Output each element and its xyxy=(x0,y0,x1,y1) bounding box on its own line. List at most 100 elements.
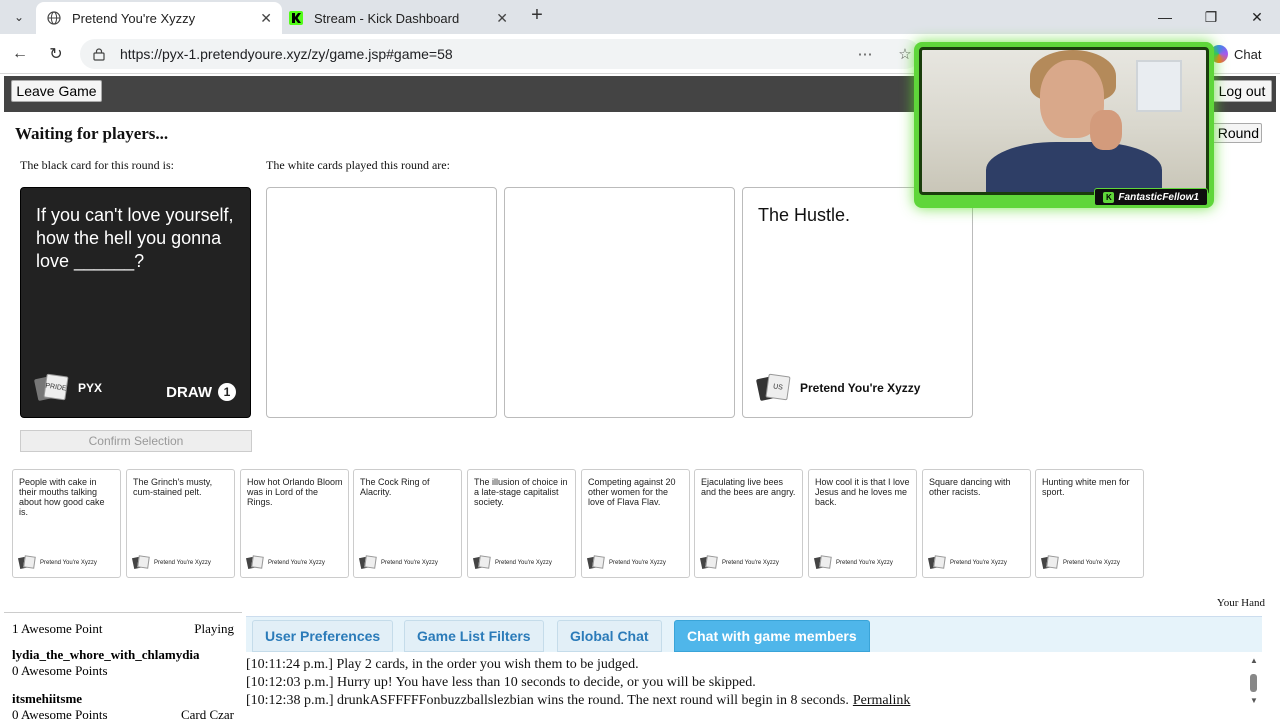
tab-chat-game-members[interactable]: Chat with game members xyxy=(674,620,870,652)
card-footer-label: Pretend You're Xyzzy xyxy=(800,381,921,395)
card-logo-icon xyxy=(813,555,833,570)
hand-card[interactable]: The Cock Ring of Alacrity. Pretend You'r… xyxy=(353,469,462,578)
player-status: Card Czar xyxy=(180,707,234,720)
browser-tab-bar: ⌄ Pretend You're Xyzzy ✕ Stream - Kick D… xyxy=(0,0,1280,34)
wall-picture xyxy=(1136,60,1182,112)
hand-card-footer: Pretend You're Xyzzy xyxy=(17,555,97,570)
card-logo-icon xyxy=(699,555,719,570)
white-cards-caption: The white cards played this round are: xyxy=(266,158,450,172)
player-score: 0 Awesome Points xyxy=(12,663,108,678)
hand-card-footer: Pretend You're Xyzzy xyxy=(245,555,325,570)
player-score: 0 Awesome Points xyxy=(12,707,108,720)
reload-icon[interactable]: ↻ xyxy=(44,42,68,66)
black-card: If you can't love yourself, how the hell… xyxy=(20,187,251,418)
card-logo-icon xyxy=(1040,555,1060,570)
hand-card[interactable]: People with cake in their mouths talking… xyxy=(12,469,121,578)
your-hand-label: Your Hand xyxy=(1216,597,1265,609)
restore-icon[interactable]: ❐ xyxy=(1188,0,1234,34)
hand-card-footer: Pretend You're Xyzzy xyxy=(358,555,438,570)
tab-title: Stream - Kick Dashboard xyxy=(314,10,460,26)
hand-card-footer-label: Pretend You're Xyzzy xyxy=(40,559,97,566)
tab-pretend-youre-xyzzy[interactable]: Pretend You're Xyzzy ✕ xyxy=(36,2,282,34)
card-logo-icon xyxy=(358,555,378,570)
card-logo-icon xyxy=(17,555,37,570)
streamer-name: FantasticFellow1 xyxy=(1118,191,1199,203)
hand-card-text: Competing against 20 other women for the… xyxy=(588,477,676,507)
hand-card-text: Square dancing with other racists. xyxy=(929,477,1011,497)
tab-title: Pretend You're Xyzzy xyxy=(72,10,196,26)
scoreboard-row: itsmehiitsme 0 Awesome Points Card Czar xyxy=(12,691,234,720)
hand-card[interactable]: Competing against 20 other women for the… xyxy=(581,469,690,578)
draw-label: DRAW xyxy=(166,383,212,401)
scoreboard: 1 Awesome Point Playing lydia_the_whore_… xyxy=(4,612,242,720)
confirm-selection-button[interactable]: Confirm Selection xyxy=(20,430,252,452)
window-close-icon[interactable]: ✕ xyxy=(1234,0,1280,34)
globe-icon xyxy=(46,10,62,26)
hand-card-footer-label: Pretend You're Xyzzy xyxy=(268,559,325,566)
player-status: Playing xyxy=(194,621,234,636)
hand-card-footer: Pretend You're Xyzzy xyxy=(472,555,552,570)
hand-card-footer-label: Pretend You're Xyzzy xyxy=(836,559,893,566)
black-card-footer: PRIDE PYX xyxy=(33,373,103,402)
player-score: 1 Awesome Point xyxy=(12,621,103,636)
hand-card[interactable]: Square dancing with other racists. Prete… xyxy=(922,469,1031,578)
hand-card-footer: Pretend You're Xyzzy xyxy=(927,555,1007,570)
black-card-caption: The black card for this round is: xyxy=(20,158,174,172)
player-name: itsmehiitsme xyxy=(12,691,83,706)
chat-line: [10:12:03 p.m.] Hurry up! You have less … xyxy=(246,675,756,690)
scroll-thumb[interactable] xyxy=(1250,674,1257,692)
chat-scrollbar[interactable]: ▲ ▼ xyxy=(1248,654,1260,720)
webcam-overlay: K FantasticFellow1 xyxy=(914,42,1214,208)
hand-card-footer: Pretend You're Xyzzy xyxy=(1040,555,1120,570)
logout-button[interactable]: Log out xyxy=(1212,80,1272,102)
hand-card[interactable]: How cool it is that I love Jesus and he … xyxy=(808,469,917,578)
hand-card[interactable]: The illusion of choice in a late-stage c… xyxy=(467,469,576,578)
new-tab-plus-icon[interactable]: + xyxy=(526,5,548,27)
copilot-chat-button[interactable]: Chat xyxy=(1210,42,1261,66)
tab-user-preferences[interactable]: User Preferences xyxy=(252,620,394,652)
hand-card[interactable]: How hot Orlando Bloom was in Lord of the… xyxy=(240,469,349,578)
streamer-name-tag: K FantasticFellow1 xyxy=(1094,188,1208,206)
scoreboard-row: 1 Awesome Point Playing xyxy=(12,621,234,637)
scroll-up-icon[interactable]: ▲ xyxy=(1250,656,1258,665)
close-icon[interactable]: ✕ xyxy=(496,10,508,27)
more-options-icon[interactable]: ⋯ xyxy=(854,43,876,65)
played-card-footer: US Pretend You're Xyzzy xyxy=(755,373,921,402)
hand-card-text: The illusion of choice in a late-stage c… xyxy=(474,477,568,507)
hand-card-text: How cool it is that I love Jesus and he … xyxy=(815,477,910,507)
webcam-feed xyxy=(919,47,1209,195)
played-card[interactable] xyxy=(266,187,497,418)
game-status: Waiting for players... xyxy=(15,124,169,143)
address-bar[interactable]: https://pyx-1.pretendyoure.xyz/zy/game.j… xyxy=(80,39,920,69)
hand-card-footer: Pretend You're Xyzzy xyxy=(699,555,779,570)
permalink[interactable]: Permalink xyxy=(853,693,911,708)
close-icon[interactable]: ✕ xyxy=(260,10,272,27)
played-card[interactable]: The Hustle. US Pretend You're Xyzzy xyxy=(742,187,973,418)
card-logo-icon xyxy=(927,555,947,570)
black-card-text: If you can't love yourself, how the hell… xyxy=(36,205,234,271)
hand-card[interactable]: Hunting white men for sport. Pretend You… xyxy=(1035,469,1144,578)
kick-icon: K xyxy=(1103,191,1115,203)
hand-card-text: Ejaculating live bees and the bees are a… xyxy=(701,477,796,497)
hand-card-text: The Grinch's musty, cum-stained pelt. xyxy=(133,477,213,497)
chat-line-text: [10:12:38 p.m.] drunkASFFFFFonbuzzballsl… xyxy=(246,693,849,708)
hand-card-footer-label: Pretend You're Xyzzy xyxy=(950,559,1007,566)
star-bookmark-icon[interactable]: ☆ xyxy=(894,43,916,65)
site-info-icon[interactable] xyxy=(92,47,106,61)
hand-card[interactable]: Ejaculating live bees and the bees are a… xyxy=(694,469,803,578)
tab-game-list-filters[interactable]: Game List Filters xyxy=(404,620,544,652)
tab-kick-dashboard[interactable]: Stream - Kick Dashboard ✕ xyxy=(278,2,518,34)
chat-line: [10:12:38 p.m.] drunkASFFFFFonbuzzballsl… xyxy=(246,693,910,709)
back-arrow-icon[interactable]: ← xyxy=(8,42,32,66)
minimize-icon[interactable]: — xyxy=(1142,0,1188,34)
played-card[interactable] xyxy=(504,187,735,418)
tab-global-chat[interactable]: Global Chat xyxy=(557,620,662,652)
leave-game-button[interactable]: Leave Game xyxy=(11,80,102,102)
url-text: https://pyx-1.pretendyoure.xyz/zy/game.j… xyxy=(120,46,453,62)
scroll-down-icon[interactable]: ▼ xyxy=(1250,696,1258,705)
card-brand: PYX xyxy=(78,381,103,395)
hand-card-footer-label: Pretend You're Xyzzy xyxy=(1063,559,1120,566)
hand-card[interactable]: The Grinch's musty, cum-stained pelt. Pr… xyxy=(126,469,235,578)
tab-list-chevron-icon[interactable]: ⌄ xyxy=(6,5,32,29)
hand-card-footer-label: Pretend You're Xyzzy xyxy=(154,559,211,566)
